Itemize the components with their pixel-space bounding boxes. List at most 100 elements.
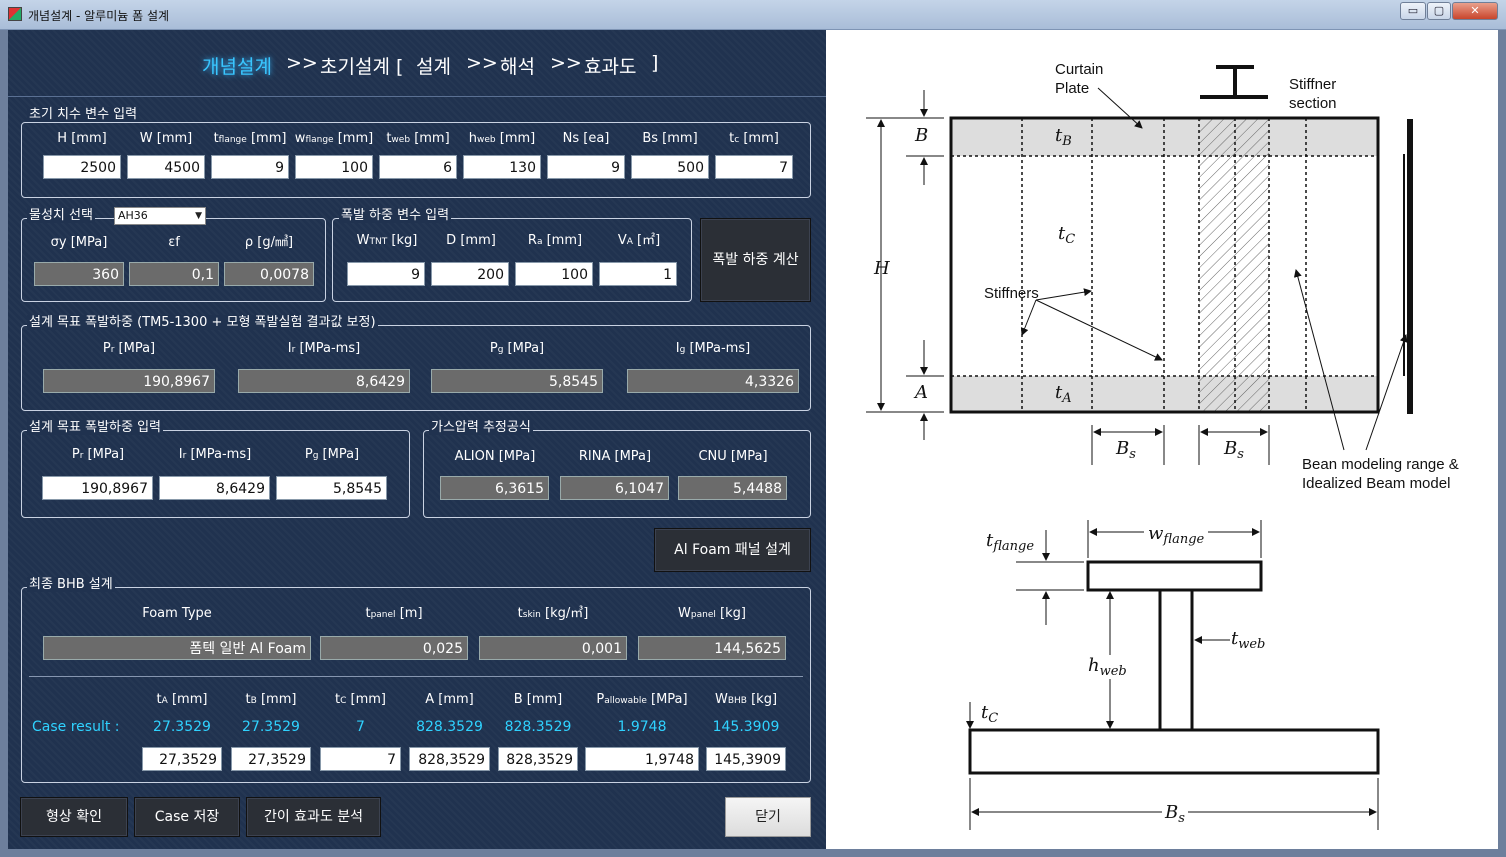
label-sub: allowable [604,696,647,706]
dim-input[interactable]: 4500 [127,155,205,179]
close-window-button[interactable]: ✕ [1452,2,1498,20]
maximize-button[interactable]: ▢ [1427,2,1451,20]
label-main: R [527,233,537,248]
blast-label: D [mm] [431,233,511,250]
label-sub: r [291,345,296,355]
dim-input[interactable]: 130 [463,155,541,179]
material-value: 0,0078 [224,262,314,286]
target-input-label: Ir [MPa-ms] [159,447,271,464]
material-group [21,218,326,302]
label-main: P [304,447,313,462]
label-sub: A [626,237,633,247]
case-input[interactable]: 27,3529 [231,747,311,771]
label-sub: panel [370,610,396,620]
effect-analysis-button[interactable]: 간이 효과도 분석 [246,797,381,837]
nav-initial-design[interactable]: 초기설계 [ [320,52,403,79]
case-label: Pallowable [MPa] [585,692,699,709]
case-input[interactable]: 828,3529 [498,747,578,771]
shape-check-button[interactable]: 형상 확인 [20,797,128,837]
title-bar: 개념설계 - 알루미늄 폼 설계 ▭ ▢ ✕ [0,0,1506,30]
nav-design[interactable]: 설계 [416,52,451,79]
bhb-label: Foam Type [43,606,311,623]
dim-input[interactable]: 100 [295,155,373,179]
nav-analysis[interactable]: 해석 [500,52,535,79]
label-Bs-1: Bs [1116,438,1136,462]
label-main: Bs [642,131,659,146]
minimize-button[interactable]: ▭ [1400,2,1426,20]
material-value: 0,1 [129,262,219,286]
case-label: B [mm] [498,692,578,709]
label-main: h [468,131,477,146]
label-sub: g [312,451,319,461]
label-main: D [446,233,457,248]
target-input-field[interactable]: 190,8967 [42,476,153,500]
label-unit: [kg] [391,233,418,248]
case-input[interactable]: 145,3909 [706,747,786,771]
dim-input[interactable]: 500 [631,155,709,179]
initial-dims-title: 초기 치수 변수 입력 [27,107,140,122]
blast-input[interactable]: 1 [599,262,677,286]
blast-input[interactable]: 200 [431,262,509,286]
case-result-label: Case result : [32,719,120,735]
case-input[interactable]: 1,9748 [585,747,699,771]
dim-label: W [mm] [122,131,210,148]
label-unit: [mm] [546,233,583,248]
case-input[interactable]: 7 [320,747,401,771]
target-group [21,325,811,411]
material-value: 360 [34,262,124,286]
target-value: 5,8545 [431,369,603,393]
gas-label: RINA [MPa] [578,449,652,464]
al-foam-design-button[interactable]: Al Foam 패널 설계 [654,528,811,572]
label-sub: A [161,696,168,706]
gas-group [423,430,811,518]
target-value: 8,6429 [238,369,410,393]
label-unit: [mm] [350,692,387,707]
case-label: A [mm] [409,692,490,709]
dim-input[interactable]: 9 [211,155,289,179]
material-select[interactable]: AH36 ▼ [114,207,206,225]
nav-bracket: ] [651,52,659,74]
label-sub: web [477,135,496,145]
label-unit: [MPa] [87,447,125,462]
target-input-field[interactable]: 8,6429 [159,476,270,500]
blast-input[interactable]: 100 [515,262,593,286]
label-sub: r [79,451,84,461]
case-save-button[interactable]: Case 저장 [134,797,240,837]
blast-input[interactable]: 9 [347,262,425,286]
label-main: H [57,131,68,146]
material-label: σy [MPa] [50,235,108,250]
label-bean2: Idealized Beam model [1302,475,1451,492]
label-plate: Plate [1055,80,1090,97]
dim-label: tc [mm] [710,131,798,148]
gas-label: CNU [MPa] [698,449,768,464]
case-result: 145.3909 [712,719,780,735]
dim-input[interactable]: 2500 [43,155,121,179]
case-result: 27.3529 [242,719,300,735]
blast-label: Ra [mm] [515,233,595,250]
label-tB: tB [1055,125,1072,149]
target-value: 4,3326 [627,369,799,393]
dim-input[interactable]: 9 [547,155,625,179]
case-label: tC [mm] [320,692,401,709]
app-icon [8,7,22,21]
case-input[interactable]: 27,3529 [142,747,222,771]
label-Bs-2: Bs [1224,438,1244,462]
dim-input[interactable]: 7 [715,155,793,179]
label-unit: [MPa] [651,692,688,707]
dim-input[interactable]: 6 [379,155,457,179]
target-label: Ig [MPa-ms] [627,341,799,358]
label-B: B [915,125,929,146]
window-title: 개념설계 - 알루미늄 폼 설계 [28,9,170,23]
label-sub: c [734,135,740,145]
gas-value: 6,1047 [560,476,669,500]
nav-effect[interactable]: 효과도 [584,52,636,79]
label-wflange: wflange [1144,523,1209,547]
case-input[interactable]: 828,3529 [409,747,490,771]
label-sub: g [679,345,686,355]
label-unit: [mm] [526,692,563,707]
target-input-field[interactable]: 5,8545 [276,476,387,500]
blast-calc-button[interactable]: 폭발 하중 계산 [700,218,811,302]
label-unit: [mm] [662,131,698,146]
close-button[interactable]: 닫기 [725,797,811,837]
nav-concept[interactable]: 개념설계 [202,52,272,79]
